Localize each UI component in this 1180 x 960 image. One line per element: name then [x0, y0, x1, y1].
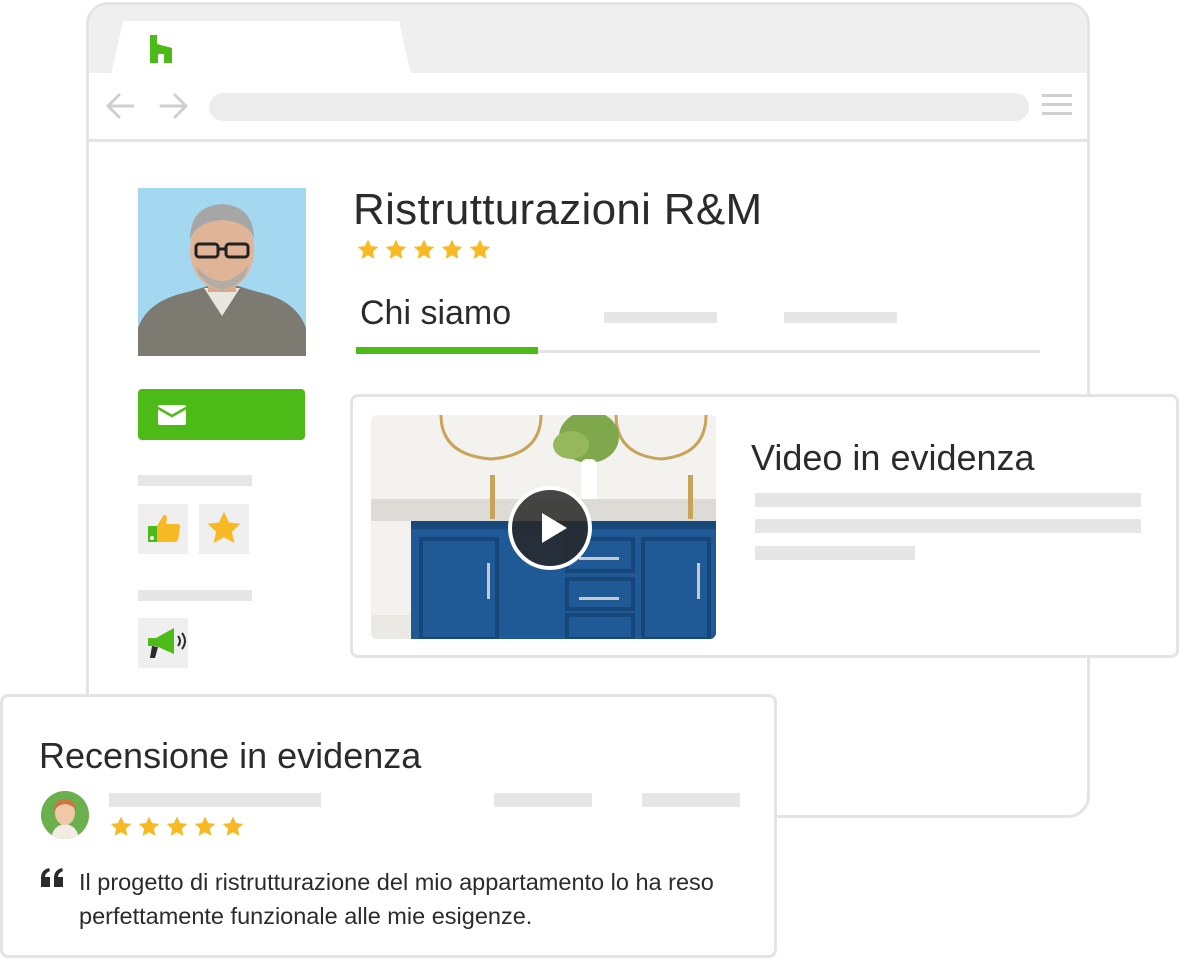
star-icon — [166, 816, 188, 836]
video-thumbnail[interactable] — [371, 415, 716, 639]
star-icon — [385, 239, 407, 259]
star-icon — [357, 239, 379, 259]
reviewer-portrait — [41, 791, 89, 839]
company-rating — [356, 238, 492, 262]
back-arrow-icon[interactable] — [103, 91, 137, 121]
star-icon — [413, 239, 435, 259]
featured-video-card: Video in evidenza — [350, 394, 1179, 658]
star-icon — [441, 239, 463, 259]
profile-photo — [138, 188, 306, 356]
quote-icon — [41, 868, 63, 887]
browser-tab[interactable] — [111, 21, 411, 75]
envelope-icon — [158, 405, 186, 425]
megaphone-icon — [148, 628, 186, 658]
tab-placeholder[interactable] — [784, 312, 897, 323]
review-rating — [109, 815, 245, 839]
video-card-title: Video in evidenza — [751, 437, 1035, 478]
video-description-line — [755, 493, 1141, 507]
video-description-line — [755, 519, 1141, 533]
review-meta-placeholder — [642, 793, 740, 807]
professional-portrait — [138, 188, 306, 356]
contact-button[interactable] — [138, 389, 305, 440]
hamburger-menu-icon[interactable] — [1041, 91, 1073, 119]
tab-chi-siamo[interactable]: Chi siamo — [360, 294, 511, 333]
reviewer-name-placeholder — [109, 793, 321, 807]
star-icon — [138, 816, 160, 836]
active-tab-indicator — [356, 347, 538, 354]
forward-arrow-icon[interactable] — [157, 91, 191, 121]
featured-review-card: Recensione in evidenza Il progetto di ri… — [0, 694, 777, 958]
sidebar-placeholder — [138, 475, 252, 486]
tab-placeholder[interactable] — [604, 312, 717, 323]
review-text: Il progetto di ristrutturazione del mio … — [79, 869, 714, 929]
thumbs-up-icon — [148, 514, 181, 542]
star-icon — [469, 239, 491, 259]
star-icon — [110, 816, 132, 836]
review-meta-placeholder — [494, 793, 592, 807]
play-icon[interactable] — [507, 485, 593, 571]
sidebar-placeholder — [138, 590, 252, 601]
star-icon — [207, 512, 241, 543]
badge-megaphone — [138, 618, 188, 668]
star-icon — [222, 816, 244, 836]
reviewer-avatar — [41, 791, 89, 839]
browser-tab-strip — [89, 5, 1087, 75]
review-card-title: Recensione in evidenza — [39, 735, 422, 776]
company-name: Ristrutturazioni R&M — [353, 185, 763, 234]
star-icon — [194, 816, 216, 836]
badge-star — [199, 504, 249, 554]
badge-thumbs-up — [138, 504, 188, 554]
houzz-logo-icon — [150, 35, 172, 63]
address-bar[interactable] — [209, 93, 1029, 121]
video-description-line — [755, 546, 915, 560]
browser-toolbar — [89, 73, 1087, 142]
